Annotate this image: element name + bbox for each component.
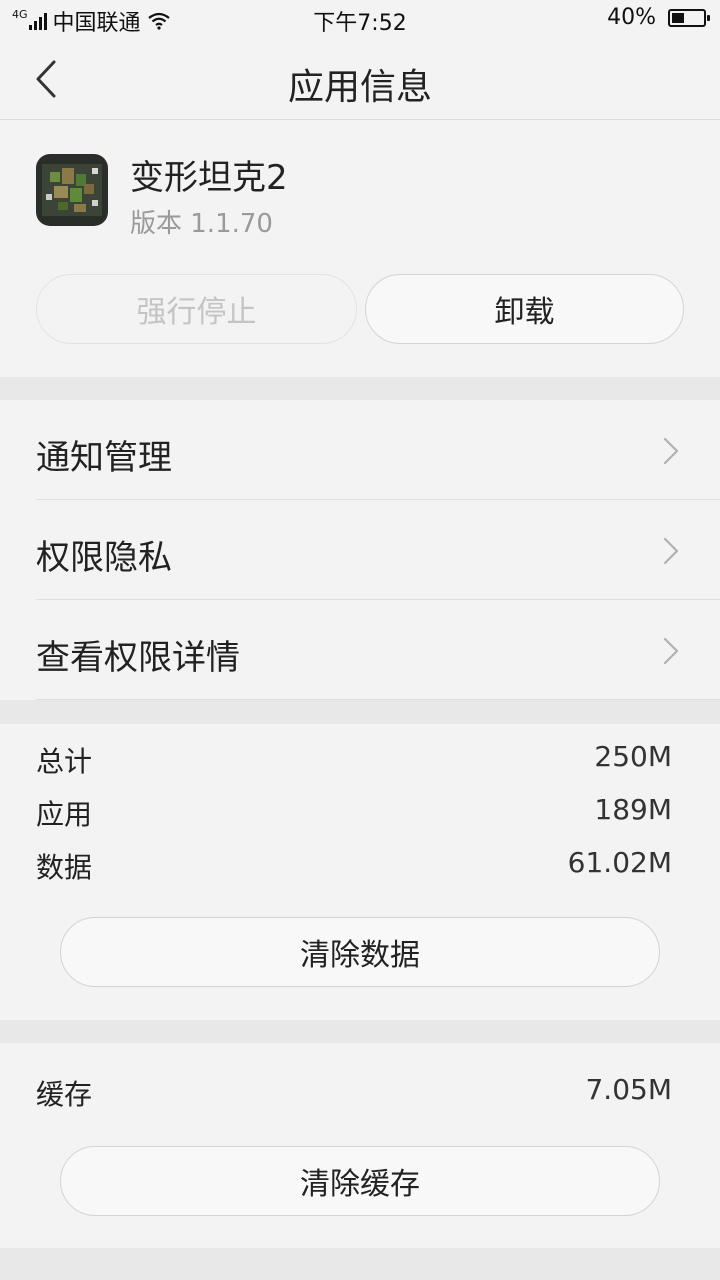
list-item-label: 查看权限详情 bbox=[36, 638, 240, 678]
status-bar: 4G 中国联通 下午7:52 40% bbox=[0, 0, 720, 38]
title-bar: 应用信息 bbox=[0, 38, 720, 120]
storage-app-row: 应用 189M bbox=[36, 793, 672, 833]
cache-section: 缓存 7.05M 清除缓存 bbox=[0, 1043, 720, 1248]
list-item-permission-details[interactable]: 查看权限详情 bbox=[36, 600, 720, 700]
app-header: 变形坦克2 版本 1.1.70 强行停止 卸载 bbox=[0, 120, 720, 377]
status-right: 40% bbox=[607, 5, 710, 30]
app-icon bbox=[36, 154, 108, 226]
settings-list: 通知管理 权限隐私 查看权限详情 bbox=[0, 400, 720, 700]
storage-data-value: 61.02M bbox=[567, 846, 672, 879]
storage-data-row: 数据 61.02M bbox=[36, 846, 672, 886]
storage-app-label: 应用 bbox=[36, 798, 93, 831]
chevron-right-icon bbox=[663, 437, 679, 465]
app-version: 版本 1.1.70 bbox=[130, 209, 273, 239]
cache-label: 缓存 bbox=[36, 1078, 93, 1111]
battery-percent: 40% bbox=[607, 5, 656, 30]
list-item-notification-management[interactable]: 通知管理 bbox=[36, 400, 720, 500]
uninstall-button[interactable]: 卸载 bbox=[365, 274, 684, 344]
storage-total-row: 总计 250M bbox=[36, 740, 672, 780]
list-item-label: 通知管理 bbox=[36, 438, 172, 478]
chevron-right-icon bbox=[663, 537, 679, 565]
force-stop-button[interactable]: 强行停止 bbox=[36, 274, 357, 344]
cache-value: 7.05M bbox=[585, 1073, 672, 1106]
list-item-label: 权限隐私 bbox=[36, 538, 172, 578]
page-title: 应用信息 bbox=[287, 67, 432, 108]
app-name: 变形坦克2 bbox=[130, 158, 288, 198]
storage-data-label: 数据 bbox=[36, 851, 93, 884]
clear-cache-button[interactable]: 清除缓存 bbox=[60, 1146, 660, 1216]
battery-level bbox=[672, 12, 684, 23]
storage-total-value: 250M bbox=[594, 740, 672, 773]
clear-data-button[interactable]: 清除数据 bbox=[60, 917, 660, 987]
battery-icon bbox=[668, 8, 710, 27]
storage-app-value: 189M bbox=[594, 793, 672, 826]
storage-total-label: 总计 bbox=[36, 745, 93, 778]
list-item-permission-privacy[interactable]: 权限隐私 bbox=[36, 500, 720, 600]
cache-row: 缓存 7.05M bbox=[36, 1073, 672, 1113]
chevron-right-icon bbox=[663, 637, 679, 665]
storage-section: 总计 250M 应用 189M 数据 61.02M 清除数据 bbox=[0, 724, 720, 1020]
